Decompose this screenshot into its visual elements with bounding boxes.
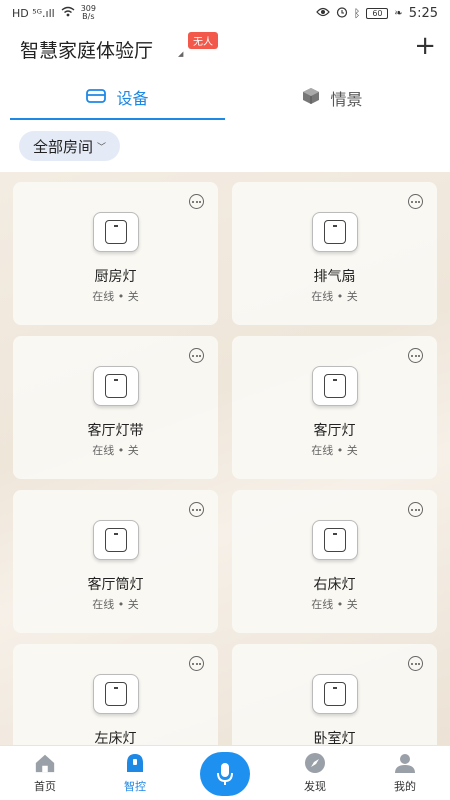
voice-button[interactable]: [200, 752, 250, 796]
device-card[interactable]: 厨房灯 在线 • 关: [13, 182, 218, 325]
tab-devices[interactable]: 设备: [10, 76, 225, 120]
device-status: 在线 • 关: [92, 444, 139, 457]
add-button[interactable]: +: [414, 32, 436, 60]
tab-scenes[interactable]: 情景: [225, 76, 440, 120]
nav-label: 我的: [394, 780, 416, 793]
nav-smart-control[interactable]: 智控: [90, 746, 180, 800]
more-options-icon[interactable]: [189, 656, 204, 671]
eye-icon: [316, 7, 330, 20]
device-status: 在线 • 关: [311, 444, 358, 457]
signal-indicator: HD ⁵ᴳ.ıll: [12, 6, 55, 20]
more-options-icon[interactable]: [408, 656, 423, 671]
device-card[interactable]: 右床灯 在线 • 关: [232, 490, 437, 633]
more-options-icon[interactable]: [189, 348, 204, 363]
bluetooth-icon: ᛒ: [353, 6, 361, 20]
nav-label: 首页: [34, 780, 56, 793]
device-card[interactable]: 排气扇 在线 • 关: [232, 182, 437, 325]
device-name: 厨房灯: [94, 269, 137, 285]
device-status: 在线 • 关: [311, 598, 358, 611]
more-options-icon[interactable]: [408, 194, 423, 209]
nav-label: 发现: [304, 780, 326, 793]
bottom-nav: 首页 智控 发现 我的: [0, 745, 450, 800]
device-card[interactable]: 左床灯: [13, 644, 218, 745]
chevron-down-icon: ﹀: [97, 142, 107, 153]
header: 智慧家庭体验厅 ◢ 无人 +: [0, 30, 450, 70]
device-status: 在线 • 关: [92, 290, 139, 303]
device-card[interactable]: 客厅灯带 在线 • 关: [13, 336, 218, 479]
device-card[interactable]: 客厅筒灯 在线 • 关: [13, 490, 218, 633]
more-options-icon[interactable]: [408, 348, 423, 363]
profile-icon: [395, 754, 415, 773]
light-switch-icon: [312, 674, 358, 714]
device-card[interactable]: 卧室灯: [232, 644, 437, 745]
device-name: 客厅筒灯: [87, 577, 144, 593]
tab-label: 情景: [330, 90, 363, 109]
microphone-icon: [217, 763, 233, 785]
home-name[interactable]: 智慧家庭体验厅: [20, 36, 153, 63]
nav-label: 智控: [124, 780, 146, 793]
nav-home[interactable]: 首页: [0, 746, 90, 800]
status-badge: 无人: [188, 32, 218, 49]
room-filter-dropdown[interactable]: 全部房间 ﹀: [19, 131, 121, 161]
device-status: 在线 • 关: [92, 598, 139, 611]
light-switch-icon: [93, 520, 139, 560]
tab-label: 设备: [116, 89, 149, 108]
battery-indicator: 60: [366, 7, 389, 19]
device-name: 排气扇: [313, 269, 356, 285]
home-switch-caret-icon[interactable]: ◢: [178, 50, 183, 58]
light-switch-icon: [312, 520, 358, 560]
device-name: 客厅灯: [313, 423, 356, 439]
nav-profile[interactable]: 我的: [360, 746, 450, 800]
clock: 5:25: [408, 5, 438, 21]
device-icon: [86, 88, 107, 107]
light-switch-icon: [312, 366, 358, 406]
status-bar: HD ⁵ᴳ.ıll 309 B/s ᛒ 60 ❧ 5:25: [0, 0, 450, 26]
scene-cube-icon: [302, 87, 320, 109]
compass-icon: [305, 753, 325, 773]
device-status: 在线 • 关: [311, 290, 358, 303]
device-name: 卧室灯: [313, 731, 356, 745]
device-card[interactable]: 客厅灯 在线 • 关: [232, 336, 437, 479]
leaf-icon: ❧: [394, 7, 403, 19]
device-name: 右床灯: [313, 577, 356, 593]
more-options-icon[interactable]: [189, 194, 204, 209]
more-options-icon[interactable]: [408, 502, 423, 517]
device-grid: 厨房灯 在线 • 关 排气扇 在线 • 关 客厅灯带 在线 • 关 客厅灯 在线…: [0, 172, 450, 745]
smart-control-icon: [127, 754, 143, 772]
tab-bar: 设备 情景: [0, 76, 450, 120]
wifi-icon: [61, 6, 75, 20]
home-icon: [35, 754, 55, 773]
light-switch-icon: [93, 212, 139, 252]
light-switch-icon: [312, 212, 358, 252]
device-name: 客厅灯带: [87, 423, 144, 439]
network-speed: 309 B/s: [80, 4, 96, 21]
more-options-icon[interactable]: [189, 502, 204, 517]
light-switch-icon: [93, 366, 139, 406]
room-filter-label: 全部房间: [33, 137, 94, 156]
light-switch-icon: [93, 674, 139, 714]
device-name: 左床灯: [94, 731, 137, 745]
alarm-icon: [336, 6, 348, 21]
nav-discover[interactable]: 发现: [270, 746, 360, 800]
